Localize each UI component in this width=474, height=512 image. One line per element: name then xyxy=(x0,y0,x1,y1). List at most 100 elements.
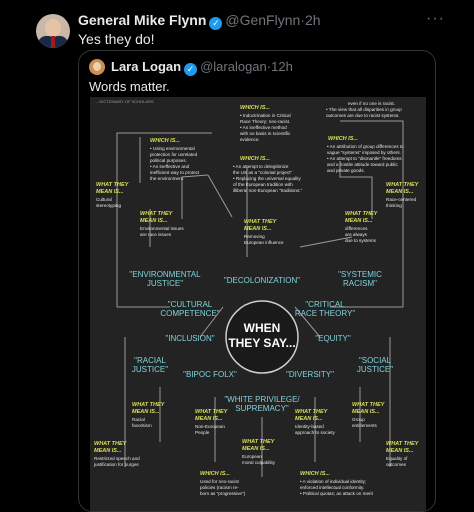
tweet-header: General Mike Flynn ✓ @GenFlynn·2h xyxy=(78,12,321,30)
term-bipoc: "BIPOC FOLX" xyxy=(183,370,237,379)
graphic-text: the US as a "colonial project" xyxy=(233,170,293,175)
graphic-text: Non-European xyxy=(195,424,225,429)
term-equity: "EQUITY" xyxy=(315,334,351,343)
quote-author-name[interactable]: Lara Logan xyxy=(111,59,181,74)
graphic-text: WHAT THEY xyxy=(386,441,420,447)
term-inclusion: "INCLUSION" xyxy=(165,334,214,343)
graphic-text: Removing xyxy=(244,234,265,239)
graphic-text: Restricted speech and xyxy=(94,456,140,461)
graphic-text: approach to society xyxy=(295,430,336,435)
graphic-text: enforced intellectual conformity. xyxy=(300,485,364,490)
graphic-text: even if no one is racist. xyxy=(348,101,395,106)
graphic-text: • Using environmental xyxy=(150,146,195,151)
graphic-text: WHAT THEY xyxy=(140,211,174,217)
graphic-text: MEAN IS... xyxy=(386,448,414,454)
graphic-text: European xyxy=(242,454,262,459)
graphic-text: thinking xyxy=(386,203,402,208)
graphic-text: Race Theory; neo-racist. xyxy=(240,119,290,124)
graphic-text: WHAT THEY xyxy=(94,441,128,447)
graphic-text: evidence. xyxy=(240,137,260,142)
graphic-text: entitlements xyxy=(352,423,377,428)
graphic-text: WHAT THEY xyxy=(195,409,229,415)
term-white-2: SUPREMACY" xyxy=(235,404,289,413)
graphic-text: are always xyxy=(345,232,368,237)
which-is-bottom-center: WHICH IS... xyxy=(300,471,330,477)
graphic-text: Environmental issues xyxy=(140,226,184,231)
which-is-top: WHICH IS... xyxy=(240,105,270,111)
verified-badge-icon: ✓ xyxy=(209,17,223,30)
graphic-text: are race issues xyxy=(140,232,172,237)
timestamp[interactable]: 2h xyxy=(305,12,321,28)
graphic-text: • Replacing the universal equality xyxy=(233,176,301,181)
term-critical-2: RACE THEORY" xyxy=(295,309,355,318)
graphic-text: Group xyxy=(352,417,365,422)
graphic-text: WHAT THEY xyxy=(386,182,420,188)
term-diversity: "DIVERSITY" xyxy=(286,370,334,379)
graphic-text: • The view that all disparities in group xyxy=(326,107,402,112)
verified-badge-icon: ✓ xyxy=(184,63,198,76)
tweet-text: Yes they do! xyxy=(78,31,155,47)
graphic-text: MEAN IS... xyxy=(295,416,323,422)
term-social-2: JUSTICE" xyxy=(357,365,393,374)
graphic-text: European influence xyxy=(244,240,284,245)
quote-avatar[interactable] xyxy=(89,59,105,75)
center-line-1: WHEN xyxy=(244,321,281,335)
graphic-text: illiberal non-European "traditions." xyxy=(233,188,303,193)
author-name[interactable]: General Mike Flynn xyxy=(78,12,206,28)
graphic-text: WHAT THEY xyxy=(244,219,278,225)
tweet[interactable]: General Mike Flynn ✓ @GenFlynn·2h ··· Yes … xyxy=(0,0,474,512)
graphic-text: MEAN IS... xyxy=(244,226,272,232)
graphic-text: Race-centered xyxy=(386,197,417,202)
author-handle[interactable]: @GenFlynn xyxy=(225,12,300,28)
banner: ...DICTIONARY OF SCHOLARS xyxy=(96,99,154,104)
quoted-tweet[interactable]: Lara Logan ✓ @laralogan·12h Words matter. xyxy=(78,50,436,512)
which-is-left: WHICH IS... xyxy=(150,138,180,144)
graphic-text: MEAN IS... xyxy=(140,218,168,224)
graphic-text: Identity-based xyxy=(295,424,324,429)
term-environmental: "ENVIRONMENTAL xyxy=(129,270,201,279)
graphic-text: WHAT THEY xyxy=(132,402,166,408)
term-cultural: "CULTURAL xyxy=(168,300,213,309)
graphic-text: outcomes xyxy=(386,462,407,467)
which-is-right: WHICH IS... xyxy=(328,136,358,142)
graphic-text: • An ineffective and xyxy=(150,164,190,169)
quote-author-handle[interactable]: @laralogan xyxy=(200,59,267,74)
quote-header: Lara Logan ✓ @laralogan·12h xyxy=(111,59,293,76)
graphic-text: of the European tradition with xyxy=(233,182,293,187)
graphic-text: WHAT THEY xyxy=(352,402,386,408)
graphic-text: MEAN IS... xyxy=(352,409,380,415)
graphic-text: policies (racism re- xyxy=(200,485,239,490)
graphic-text: stereotyping xyxy=(96,203,121,208)
graphic-text: • An attempt to delegitimize xyxy=(233,164,289,169)
graphic-text: Used for neo-racist xyxy=(200,479,240,484)
graphic-text: • An attempt to "dismantle" freedoms xyxy=(327,156,402,161)
graphic-text: People xyxy=(195,430,210,435)
avatar[interactable] xyxy=(36,14,70,48)
quote-media-image[interactable]: WHEN THEY SAY... ...DICTIONARY OF SCHOLA… xyxy=(90,97,426,511)
graphic-text: moral culpability xyxy=(242,460,276,465)
graphic-text: WHAT THEY xyxy=(242,439,276,445)
graphic-text: favoritism xyxy=(132,423,152,428)
graphic-text: Cultural xyxy=(96,197,112,202)
graphic-text: WHAT THEY xyxy=(96,182,130,188)
term-critical: "CRITICAL xyxy=(305,300,345,309)
graphic-text: MEAN IS... xyxy=(242,446,270,452)
graphic-text: the environment. xyxy=(150,176,184,181)
graphic-text: MEAN IS... xyxy=(94,448,122,454)
term-decolonization: "DECOLONIZATION" xyxy=(224,276,300,285)
graphic-text: MEAN IS... xyxy=(345,218,373,224)
graphic-text: inefficient way to protect xyxy=(150,170,200,175)
term-racial: "RACIAL xyxy=(134,356,166,365)
graphic-text: differences xyxy=(345,226,368,231)
graphic-text: justification for purges xyxy=(93,462,139,467)
graphic-text: MEAN IS... xyxy=(386,189,414,195)
term-systemic: "SYSTEMIC xyxy=(338,270,382,279)
more-options-icon[interactable]: ··· xyxy=(426,10,445,28)
graphic-text: MEAN IS... xyxy=(195,416,223,422)
graphic-text: WHAT THEY xyxy=(345,211,379,217)
graphic-text: and a hostile attitude toward public xyxy=(327,162,398,167)
quote-timestamp[interactable]: 12h xyxy=(271,59,293,74)
graphic-text: vague "systems" imposed by others. xyxy=(327,150,401,155)
graphic-text: MEAN IS... xyxy=(96,189,124,195)
quote-text: Words matter. xyxy=(89,79,170,94)
